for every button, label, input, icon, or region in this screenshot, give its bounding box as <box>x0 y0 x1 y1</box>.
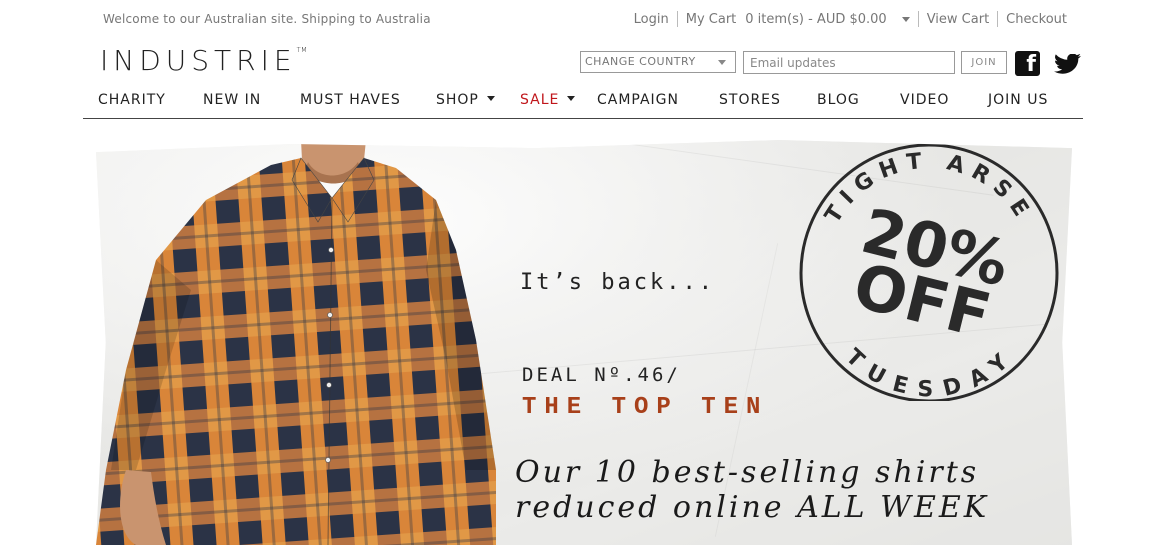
model-photo <box>96 140 496 545</box>
chevron-down-icon <box>901 16 910 22</box>
country-select-label: CHANGE COUNTRY <box>585 55 696 68</box>
chevron-down-icon <box>567 95 576 101</box>
divider <box>997 11 999 27</box>
nav-sale[interactable]: SALE <box>520 92 576 108</box>
its-back-text: It’s back... <box>520 270 715 295</box>
nav-blog[interactable]: BLOG <box>817 92 860 108</box>
login-link[interactable]: Login <box>634 12 669 27</box>
nav-label: STORES <box>719 92 781 108</box>
account-links: Login My Cart 0 item(s) - AUD $0.00 View… <box>634 11 1067 27</box>
nav-video[interactable]: VIDEO <box>900 92 949 108</box>
nav-campaign[interactable]: CAMPAIGN <box>597 92 679 108</box>
main-nav: CHARITY NEW IN MUST HAVES SHOP SALE CAMP… <box>83 90 1083 119</box>
nav-charity[interactable]: CHARITY <box>98 92 166 108</box>
view-cart-link[interactable]: View Cart <box>927 12 989 27</box>
nav-new-in[interactable]: NEW IN <box>203 92 261 108</box>
nav-label: NEW IN <box>203 92 262 108</box>
cart-dropdown[interactable]: My Cart 0 item(s) - AUD $0.00 <box>686 12 910 27</box>
chevron-down-icon <box>486 95 495 101</box>
nav-label: MUST HAVES <box>300 92 401 108</box>
site-logo[interactable]: INDUSTRIETM <box>100 44 307 77</box>
nav-label: CHARITY <box>98 92 166 108</box>
nav-join-us[interactable]: JOIN US <box>988 92 1048 108</box>
email-placeholder: Email updates <box>750 56 836 70</box>
svg-text:TUESDAY: TUESDAY <box>841 344 1020 401</box>
email-updates-input[interactable]: Email updates <box>743 51 955 74</box>
nav-label: JOIN US <box>988 92 1049 108</box>
nav-label: CAMPAIGN <box>597 92 680 108</box>
divider <box>676 11 678 27</box>
divider <box>917 11 919 27</box>
logo-trademark: TM <box>296 46 307 54</box>
nav-shop[interactable]: SHOP <box>436 92 495 108</box>
nav-label: BLOG <box>817 92 860 108</box>
facebook-icon[interactable]: f <box>1015 51 1040 77</box>
nav-label: SHOP <box>436 92 479 108</box>
nav-stores[interactable]: STORES <box>719 92 781 108</box>
nav-must-haves[interactable]: MUST HAVES <box>300 92 401 108</box>
my-cart-label: My Cart <box>685 11 737 27</box>
banner-line-2: reduced online ALL WEEK <box>515 490 990 525</box>
chevron-down-icon <box>718 60 726 65</box>
discount-stamp: TIGHT ARSE TUESDAY 20% OFF <box>799 143 1059 401</box>
stamp-bottom-text: TUESDAY <box>841 344 1012 401</box>
banner-line-1: Our 10 best-selling shirts <box>515 455 980 490</box>
country-select[interactable]: CHANGE COUNTRY <box>580 51 736 73</box>
checkout-link[interactable]: Checkout <box>1006 12 1067 27</box>
join-button[interactable]: JOIN <box>961 51 1007 74</box>
twitter-icon[interactable] <box>1052 54 1082 76</box>
hero-banner[interactable]: It’s back... DEAL Nº.46/ THE TOP TEN Our… <box>96 140 1072 545</box>
banner-headline: THE TOP TEN <box>522 394 769 421</box>
nav-label: SALE <box>520 92 560 108</box>
deal-number: DEAL Nº.46/ <box>522 364 681 386</box>
logo-text: INDUSTRIE <box>100 44 297 77</box>
welcome-message: Welcome to our Australian site. Shipping… <box>103 12 431 26</box>
cart-summary: 0 item(s) - AUD $0.00 <box>745 11 887 27</box>
nav-label: VIDEO <box>900 92 950 108</box>
